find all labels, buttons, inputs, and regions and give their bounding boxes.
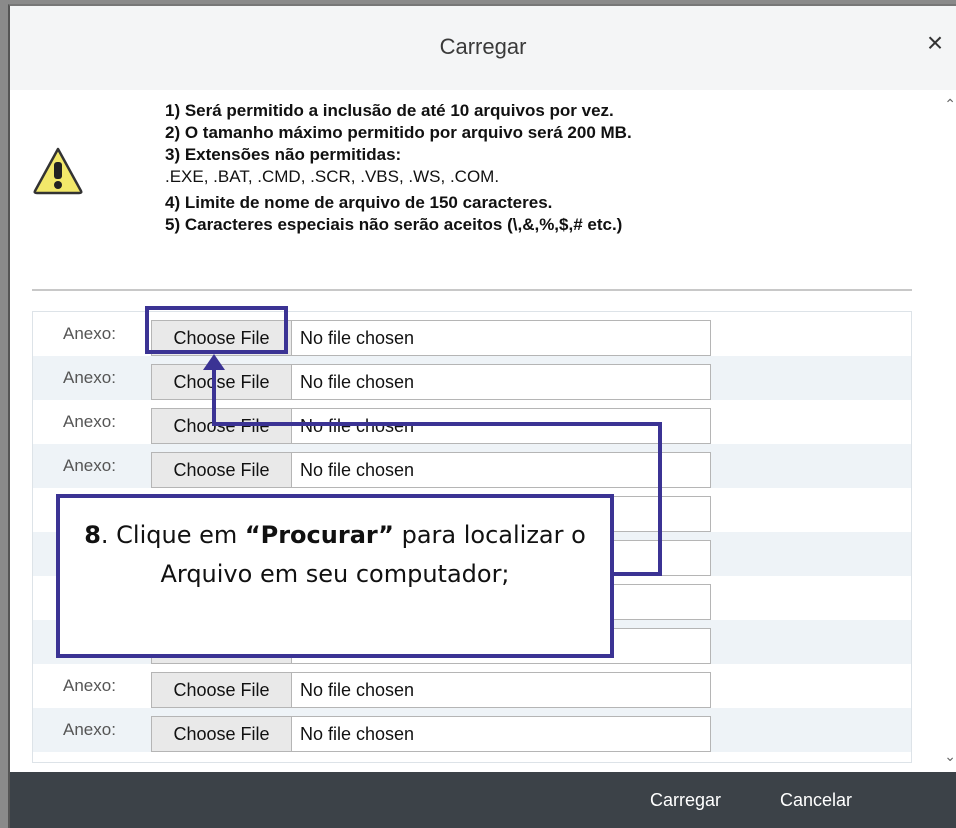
step-number: 8 xyxy=(84,521,101,549)
file-row: Anexo: Choose File No file chosen xyxy=(33,664,911,708)
dialog-footer: Carregar Cancelar xyxy=(10,772,956,828)
choose-file-button[interactable]: Choose File xyxy=(152,409,292,443)
choose-file-button[interactable]: Choose File xyxy=(152,673,292,707)
upload-rules: 1) Será permitido a inclusão de até 10 a… xyxy=(165,100,632,236)
file-status: No file chosen xyxy=(300,328,415,348)
anexo-label: Anexo: xyxy=(63,456,116,475)
rule-line: 2) O tamanho máximo permitido por arquiv… xyxy=(165,123,632,142)
scroll-up-icon[interactable]: ⌃ xyxy=(944,96,956,113)
anexo-label: Anexo: xyxy=(63,324,116,343)
file-row: Anexo: Choose File No file chosen xyxy=(33,444,911,488)
file-status: No file chosen xyxy=(300,460,415,480)
file-input[interactable]: Choose File No file chosen xyxy=(151,320,711,356)
choose-file-button[interactable]: Choose File xyxy=(152,717,292,751)
scroll-down-icon[interactable]: ⌄ xyxy=(944,748,956,765)
file-status: No file chosen xyxy=(300,372,415,392)
instruction-callout: 8. Clique em “Procurar” para localizar o… xyxy=(56,494,614,658)
choose-file-button[interactable]: Choose File xyxy=(152,321,292,355)
callout-highlight: “Procurar” xyxy=(244,521,394,549)
callout-text: . Clique em xyxy=(100,521,245,549)
upload-dialog: Carregar × 1) Será permitido a inclusão … xyxy=(8,4,956,828)
warning-icon xyxy=(33,147,83,195)
file-input[interactable]: Choose File No file chosen xyxy=(151,672,711,708)
cancel-button[interactable]: Cancelar xyxy=(780,790,852,811)
file-row: Anexo: Choose File No file chosen xyxy=(33,312,911,356)
dialog-title: Carregar xyxy=(439,34,527,59)
rule-line: 3) Extensões não permitidas: xyxy=(165,145,402,164)
rule-line: .EXE, .BAT, .CMD, .SCR, .VBS, .WS, .COM. xyxy=(165,167,500,186)
file-status: No file chosen xyxy=(300,724,415,744)
file-row: Anexo: Choose File No file chosen xyxy=(33,708,911,752)
file-input[interactable]: Choose File No file chosen xyxy=(151,716,711,752)
rule-line: 1) Será permitido a inclusão de até 10 a… xyxy=(165,101,614,120)
close-icon[interactable]: × xyxy=(920,28,950,58)
file-status: No file chosen xyxy=(300,680,415,700)
rule-line: 4) Limite de nome de arquivo de 150 cara… xyxy=(165,193,553,212)
anexo-label: Anexo: xyxy=(63,676,116,695)
divider xyxy=(32,289,912,291)
file-row: Anexo: Choose File No file chosen xyxy=(33,400,911,444)
anexo-label: Anexo: xyxy=(63,412,116,431)
choose-file-button[interactable]: Choose File xyxy=(152,365,292,399)
anexo-label: Anexo: xyxy=(63,720,116,739)
file-input[interactable]: Choose File No file chosen xyxy=(151,364,711,400)
choose-file-button[interactable]: Choose File xyxy=(152,453,292,487)
dialog-header: Carregar × xyxy=(10,6,956,90)
file-status: No file chosen xyxy=(300,416,415,436)
upload-button[interactable]: Carregar xyxy=(650,790,721,811)
file-input[interactable]: Choose File No file chosen xyxy=(151,452,711,488)
file-input[interactable]: Choose File No file chosen xyxy=(151,408,711,444)
anexo-label: Anexo: xyxy=(63,368,116,387)
file-row: Anexo: Choose File No file chosen xyxy=(33,356,911,400)
rule-line: 5) Caracteres especiais não serão aceito… xyxy=(165,215,623,234)
